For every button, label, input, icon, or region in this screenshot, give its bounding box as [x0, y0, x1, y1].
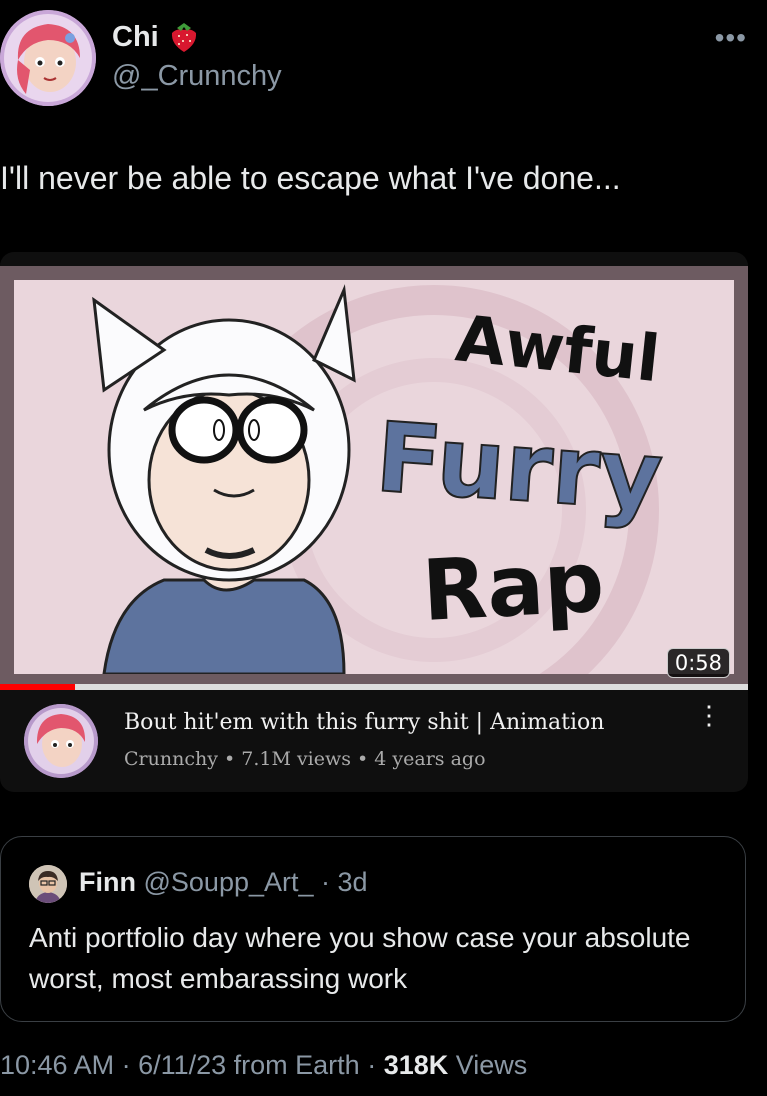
- thumbnail-word-2: Furry: [372, 401, 666, 533]
- channel-avatar-image: [24, 704, 98, 778]
- timestamp-source[interactable]: 10:46 AM · 6/11/23 from Earth ·: [0, 1050, 384, 1080]
- tweet-text: I'll never be able to escape what I've d…: [0, 160, 621, 196]
- quote-avatar-image: [29, 865, 67, 903]
- more-options-button[interactable]: •••: [715, 22, 747, 54]
- channel-avatar[interactable]: [24, 704, 98, 778]
- quoted-tweet[interactable]: Finn @Soupp_Art_ · 3d Anti portfolio day…: [0, 836, 746, 1022]
- author-avatar-image: [0, 10, 96, 106]
- strawberry-icon: [167, 20, 201, 54]
- tweet-footer: 10:46 AM · 6/11/23 from Earth · 318K Vie…: [0, 1050, 527, 1081]
- video-channel-info: Crunnchy • 7.1M views • 4 years ago: [124, 748, 486, 770]
- quote-header: Finn @Soupp_Art_ · 3d: [79, 867, 368, 898]
- video-progress-bar: [0, 684, 748, 690]
- video-title[interactable]: Bout hit'em with this furry shit | Anima…: [124, 710, 604, 735]
- author-avatar[interactable]: [0, 10, 96, 106]
- author-handle[interactable]: @_Crunnchy: [112, 60, 282, 93]
- author-name-text: Chi: [112, 20, 159, 53]
- thumbnail-word-3: Rap: [420, 533, 606, 640]
- quote-text: Anti portfolio day where you show case y…: [29, 922, 691, 994]
- views-label: Views: [448, 1050, 528, 1080]
- video-meta: Bout hit'em with this furry shit | Anima…: [0, 702, 748, 792]
- video-thumbnail[interactable]: Awful Furry Rap 0:58: [0, 266, 748, 686]
- author-name[interactable]: Chi: [112, 20, 201, 54]
- video-progress-fill: [0, 684, 75, 690]
- thumbnail-illustration: Awful Furry Rap: [14, 280, 734, 674]
- quote-author-avatar[interactable]: [29, 865, 67, 903]
- views-count: 318K: [383, 1050, 449, 1080]
- video-card[interactable]: Awful Furry Rap 0:58 Bout hit'em with th…: [0, 252, 748, 792]
- quote-author-meta: @Soupp_Art_ · 3d: [143, 867, 368, 897]
- quote-author-name[interactable]: Finn: [79, 867, 136, 897]
- video-menu-button[interactable]: ⋮: [696, 702, 722, 728]
- duration-badge: 0:58: [666, 648, 730, 678]
